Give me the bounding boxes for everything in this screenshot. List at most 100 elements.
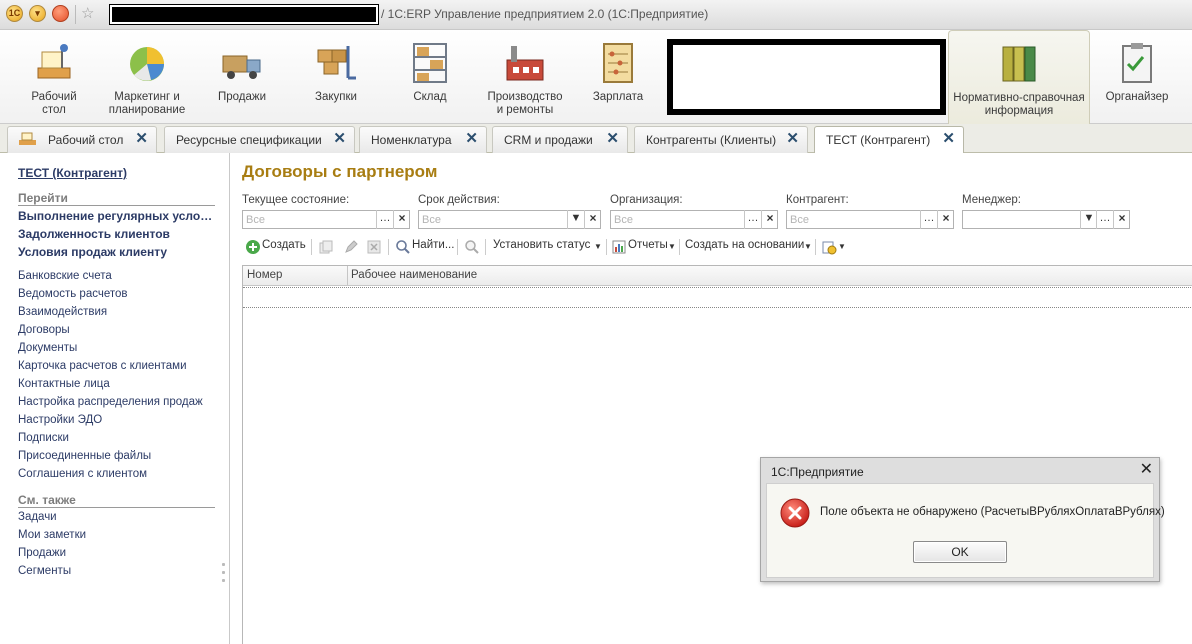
- clear-icon[interactable]: ×: [937, 210, 954, 229]
- title-bar: 1С ▾ ☆ / 1С:ERP Управление предприятием …: [0, 0, 1192, 30]
- filter-label: Контрагент:: [786, 194, 849, 206]
- nav-link-interactions[interactable]: Взаимодействия: [18, 306, 107, 318]
- dropdown-arrow-icon[interactable]: ▼: [567, 210, 584, 229]
- tab-label: Рабочий стол: [48, 133, 124, 147]
- section-purchases[interactable]: Закупки: [298, 30, 374, 124]
- create-button[interactable]: Создать: [262, 239, 306, 251]
- select-button[interactable]: …: [1096, 210, 1113, 229]
- column-header-number[interactable]: Номер: [247, 269, 282, 281]
- nav-title-link[interactable]: ТЕСТ (Контрагент): [18, 166, 127, 180]
- favorites-star-icon[interactable]: ☆: [81, 4, 94, 22]
- open-windows-tabs: Рабочий стол ✕ Ресурсные спецификации ✕ …: [0, 124, 1192, 154]
- tab-counterparties[interactable]: Контрагенты (Клиенты) ✕: [634, 126, 808, 153]
- nav-link-notes[interactable]: Мои заметки: [18, 529, 86, 541]
- nav-link-settlements-statement[interactable]: Ведомость расчетов: [18, 288, 128, 300]
- nav-item-regular-conditions[interactable]: Выполнение регулярных условий: [18, 209, 218, 223]
- filter-counterparty-field[interactable]: Все … ×: [786, 210, 954, 229]
- nav-link-sales-distribution[interactable]: Настройка распределения продаж: [18, 396, 203, 408]
- nav-link-attached-files[interactable]: Присоединенные файлы: [18, 450, 151, 462]
- desk-icon: [37, 44, 71, 79]
- main-menu-button[interactable]: ▾: [29, 5, 46, 22]
- section-desktop[interactable]: Рабочий стол: [14, 30, 94, 124]
- section-label: Закупки: [315, 91, 357, 103]
- nav-link-tasks[interactable]: Задачи: [18, 511, 57, 523]
- filter-organization-field[interactable]: Все … ×: [610, 210, 778, 229]
- tab-nomenclature[interactable]: Номенклатура ✕: [359, 126, 487, 153]
- nav-link-documents[interactable]: Документы: [18, 342, 77, 354]
- section-marketing[interactable]: Маркетинг и планирование: [104, 30, 190, 124]
- select-button[interactable]: …: [744, 210, 761, 229]
- tab-crm-sales[interactable]: CRM и продажи ✕: [492, 126, 628, 153]
- nav-group-goto: Перейти: [18, 191, 68, 205]
- nav-link-sales[interactable]: Продажи: [18, 547, 66, 559]
- page-title: Договоры с партнером: [242, 162, 438, 181]
- section-label: Нормативно-справочная информация: [953, 92, 1085, 117]
- dialog-title: 1С:Предприятие: [771, 465, 864, 479]
- error-dialog: 1С:Предприятие ✕ Поле объекта не обнаруж…: [760, 457, 1165, 582]
- close-icon[interactable]: ✕: [786, 131, 799, 147]
- copy-icon[interactable]: [318, 239, 334, 255]
- ok-button[interactable]: OK: [913, 541, 1007, 563]
- close-icon[interactable]: ✕: [135, 131, 148, 147]
- panel-resize-handle[interactable]: [222, 563, 226, 593]
- filter-label: Организация:: [610, 194, 683, 206]
- find-button[interactable]: Найти...: [412, 239, 454, 251]
- select-button[interactable]: …: [920, 210, 937, 229]
- section-reference-data[interactable]: Нормативно-справочная информация: [948, 30, 1090, 124]
- nav-link-edo-settings[interactable]: Настройки ЭДО: [18, 414, 102, 426]
- settings-more-icon[interactable]: [821, 239, 837, 255]
- nav-link-contracts[interactable]: Договоры: [18, 324, 70, 336]
- select-button[interactable]: …: [376, 210, 393, 229]
- divider: [815, 239, 816, 255]
- cancel-search-icon[interactable]: [464, 239, 480, 255]
- set-status-button[interactable]: Установить статус: [493, 239, 590, 251]
- nav-item-sales-conditions[interactable]: Условия продаж клиенту: [18, 245, 218, 259]
- nav-link-contacts[interactable]: Контактные лица: [18, 378, 110, 390]
- filter-current-state-field[interactable]: Все … ×: [242, 210, 410, 229]
- nav-link-agreements[interactable]: Соглашения с клиентом: [18, 468, 147, 480]
- clear-icon[interactable]: ×: [393, 210, 410, 229]
- filter-validity-field[interactable]: Все ▼ ×: [418, 210, 601, 229]
- create-based-on-button[interactable]: Создать на основании: [685, 239, 804, 251]
- section-production[interactable]: Производство и ремонты: [482, 30, 568, 124]
- filter-manager-field[interactable]: ▼ … ×: [962, 210, 1130, 229]
- section-label: Продажи: [217, 91, 267, 103]
- chevron-down-icon: ▼: [804, 242, 812, 251]
- nav-link-client-card[interactable]: Карточка расчетов с клиентами: [18, 360, 187, 372]
- clear-icon[interactable]: ×: [584, 210, 601, 229]
- reports-button[interactable]: Отчеты: [628, 239, 668, 251]
- tab-test-counterparty[interactable]: ТЕСТ (Контрагент) ✕: [814, 126, 964, 154]
- command-bar: Создать Найти... Установить статус ▼ Отч…: [242, 236, 1182, 258]
- clear-icon[interactable]: ×: [1113, 210, 1130, 229]
- section-salary[interactable]: Зарплата: [584, 30, 652, 124]
- app-menu-button[interactable]: 1С: [6, 5, 23, 22]
- close-icon[interactable]: ✕: [606, 131, 619, 147]
- column-header-name[interactable]: Рабочее наименование: [351, 269, 477, 281]
- close-icon[interactable]: ✕: [333, 131, 346, 147]
- nav-item-client-debt[interactable]: Задолженность клиентов: [18, 227, 218, 241]
- nav-link-segments[interactable]: Сегменты: [18, 565, 71, 577]
- edit-pencil-icon[interactable]: [343, 239, 359, 255]
- clipboard-icon: [1122, 43, 1152, 83]
- close-icon[interactable]: ✕: [942, 131, 955, 147]
- dialog-close-icon[interactable]: ✕: [1140, 461, 1153, 479]
- divider: [679, 239, 680, 255]
- dropdown-arrow-icon[interactable]: ▼: [1080, 210, 1097, 229]
- section-warehouse[interactable]: Склад: [392, 30, 468, 124]
- close-icon[interactable]: ✕: [465, 131, 478, 147]
- table-row[interactable]: [243, 287, 1192, 308]
- section-organizer[interactable]: Органайзер: [1098, 30, 1176, 124]
- tab-desktop[interactable]: Рабочий стол ✕: [7, 126, 157, 153]
- chevron-down-icon: ▾: [35, 8, 40, 18]
- close-button[interactable]: [52, 5, 69, 22]
- clear-icon[interactable]: ×: [761, 210, 778, 229]
- filter-label: Менеджер:: [962, 194, 1021, 206]
- nav-link-bank-accounts[interactable]: Банковские счета: [18, 270, 112, 282]
- nav-link-subscriptions[interactable]: Подписки: [18, 432, 69, 444]
- delete-mark-icon[interactable]: [366, 239, 382, 255]
- section-sales[interactable]: Продажи: [204, 30, 280, 124]
- divider: [311, 239, 312, 255]
- tab-resource-specs[interactable]: Ресурсные спецификации ✕: [164, 126, 355, 153]
- tab-label: Номенклатура: [371, 133, 452, 147]
- error-icon: [780, 498, 810, 528]
